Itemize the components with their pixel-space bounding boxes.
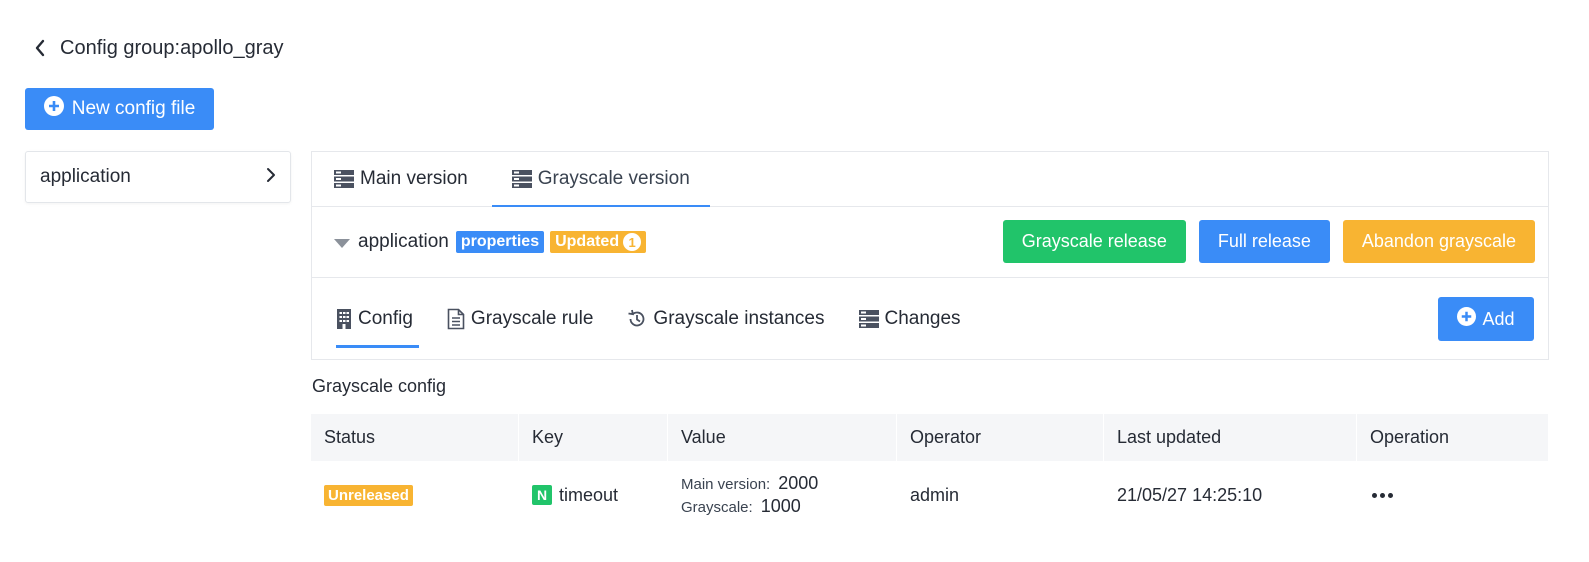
sub-tabs: Config Grayscale rule Grayscale instance… — [312, 278, 1548, 360]
caret-down-icon[interactable] — [334, 238, 350, 248]
value-cell: Main version: 2000 Grayscale: 1000 — [668, 461, 897, 529]
new-config-file-button[interactable]: New config file — [25, 88, 214, 130]
column-header-value: Value — [668, 414, 897, 461]
server-icon — [511, 170, 532, 188]
status-badge: Unreleased — [324, 484, 413, 506]
page-header: Config group:apollo_gray — [30, 30, 284, 66]
main-version-line: Main version: 2000 — [681, 473, 818, 494]
tab-config[interactable]: Config — [336, 278, 419, 360]
chevron-left-icon[interactable] — [30, 38, 50, 58]
tab-label: Grayscale version — [537, 168, 690, 189]
server-icon — [858, 310, 879, 328]
sidebar-item-label: application — [40, 166, 131, 187]
tab-label: Grayscale instances — [653, 308, 825, 329]
updated-label: Updated — [555, 233, 620, 250]
grayscale-value: 1000 — [760, 496, 801, 516]
tab-label: Changes — [884, 308, 961, 329]
operation-cell — [1357, 461, 1549, 529]
table-header: Status Key Value Operator Last updated O… — [311, 414, 1549, 461]
chevron-right-icon — [266, 167, 276, 188]
status-cell: Unreleased — [311, 461, 519, 529]
new-config-file-label: New config file — [71, 98, 196, 119]
grayscale-release-button[interactable]: Grayscale release — [1002, 220, 1186, 263]
tab-grayscale-rule[interactable]: Grayscale rule — [447, 278, 594, 360]
tab-grayscale-instances[interactable]: Grayscale instances — [627, 278, 825, 360]
document-icon — [447, 308, 465, 330]
tab-grayscale-version[interactable]: Grayscale version — [491, 152, 710, 207]
operator-cell: admin — [910, 484, 960, 505]
sidebar-item-application[interactable]: application — [25, 151, 291, 203]
last-updated-cell: 21/05/27 14:25:10 — [1117, 484, 1263, 505]
column-header-operator: Operator — [897, 414, 1104, 461]
table-row: Unreleased N timeout Main version: 2000 … — [311, 461, 1549, 529]
main-version-value: 2000 — [778, 473, 819, 493]
abandon-grayscale-button[interactable]: Abandon grayscale — [1342, 220, 1535, 263]
history-icon — [627, 309, 647, 329]
format-badge: properties — [455, 231, 545, 253]
tab-label: Grayscale rule — [470, 308, 594, 329]
grayscale-line: Grayscale: 1000 — [681, 496, 818, 517]
updated-count: 1 — [623, 233, 642, 251]
add-label: Add — [1482, 308, 1515, 329]
column-header-key: Key — [519, 414, 668, 461]
tab-label: Main version — [360, 168, 468, 189]
version-tabs: Main version Grayscale version — [312, 152, 1548, 207]
more-icon[interactable] — [1370, 489, 1395, 502]
building-icon — [336, 309, 352, 329]
key-text: timeout — [559, 484, 619, 505]
new-badge: N — [532, 485, 552, 505]
plus-circle-icon — [43, 96, 64, 122]
namespace-row: application properties Updated 1 Graysca… — [312, 207, 1548, 278]
tab-main-version[interactable]: Main version — [332, 152, 470, 206]
grayscale-config-table: Status Key Value Operator Last updated O… — [311, 414, 1549, 529]
tab-changes[interactable]: Changes — [858, 278, 961, 360]
page-title: Config group:apollo_gray — [60, 36, 284, 59]
grayscale-label: Grayscale: — [681, 499, 753, 516]
section-title: Grayscale config — [312, 376, 447, 396]
updated-badge: Updated 1 — [550, 231, 647, 253]
add-button[interactable]: Add — [1438, 297, 1534, 341]
config-panel: Main version Grayscale version applicati… — [311, 151, 1549, 360]
namespace-actions: Grayscale release Full release Abandon g… — [1002, 220, 1535, 263]
main-version-label: Main version: — [681, 476, 771, 493]
key-cell: N timeout — [519, 461, 668, 529]
column-header-status: Status — [311, 414, 519, 461]
tab-label: Config — [358, 308, 413, 329]
value-block: Main version: 2000 Grayscale: 1000 — [681, 473, 818, 517]
server-icon — [334, 170, 354, 188]
plus-circle-icon — [1457, 307, 1477, 331]
column-header-last-updated: Last updated — [1104, 414, 1357, 461]
column-header-operation: Operation — [1357, 414, 1549, 461]
namespace-name: application — [358, 231, 449, 252]
full-release-button[interactable]: Full release — [1198, 220, 1330, 263]
